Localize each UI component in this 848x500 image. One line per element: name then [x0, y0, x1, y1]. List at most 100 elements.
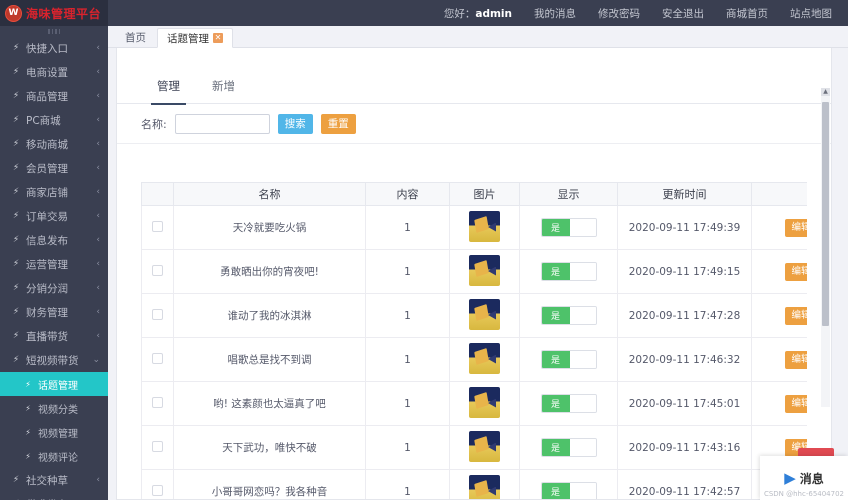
close-icon[interactable]: ✕ — [213, 33, 223, 43]
sidebar-item-2[interactable]: ⚡商品管理‹ — [0, 84, 108, 108]
cell-name: 天下武功，唯快不破 — [174, 426, 366, 470]
sidebar-item-9[interactable]: ⚡运营管理‹ — [0, 252, 108, 276]
thumbnail-image[interactable] — [469, 431, 500, 462]
table-row[interactable]: 唱歌总是找不到调1是2020-09-11 17:46:32编辑删除 — [142, 338, 808, 382]
link-icon: ⚡ — [10, 307, 22, 317]
cell-content: 1 — [366, 250, 450, 294]
sidebar-item-12[interactable]: ⚡直播带货‹ — [0, 324, 108, 348]
chevron-icon: ‹ — [96, 259, 100, 269]
sidebar-item-13[interactable]: ⚡短视频带货⌄ — [0, 348, 108, 372]
col-header-content: 内容 — [366, 183, 450, 206]
table-row[interactable]: 天冷就要吃火锅1是2020-09-11 17:49:39编辑删除 — [142, 206, 808, 250]
sidebar-item-4[interactable]: ⚡移动商城‹ — [0, 132, 108, 156]
thumbnail-image[interactable] — [469, 475, 500, 500]
row-checkbox[interactable] — [152, 441, 163, 452]
cell-content: 1 — [366, 426, 450, 470]
vertical-scrollbar[interactable]: ▲ — [821, 96, 830, 407]
cell-image — [450, 470, 520, 500]
sidebar-item-11[interactable]: ⚡财务管理‹ — [0, 300, 108, 324]
tab-manage[interactable]: 管理 — [141, 68, 196, 104]
edit-button[interactable]: 编辑 — [785, 351, 807, 369]
sidebar-item-17[interactable]: ⚡视频评论 — [0, 444, 108, 468]
topnav-item-my-messages[interactable]: 我的消息 — [534, 6, 576, 21]
sidebar-item-label: 直播带货 — [26, 329, 96, 344]
topnav-item-change-password[interactable]: 修改密码 — [598, 6, 640, 21]
scroll-up-arrow-icon[interactable]: ▲ — [821, 88, 830, 96]
link-icon: ⚡ — [10, 355, 22, 365]
display-toggle[interactable]: 是 — [541, 350, 597, 369]
link-icon: ⚡ — [10, 91, 22, 101]
main-content-area: 首页 话题管理 ✕ 管理 新增 名称: 搜索 重置 — [108, 26, 848, 500]
row-checkbox[interactable] — [152, 221, 163, 232]
display-toggle[interactable]: 是 — [541, 218, 597, 237]
sidebar-item-label: 社交种草 — [26, 473, 96, 488]
table-row[interactable]: 天下武功，唯快不破1是2020-09-11 17:43:16编辑删除 — [142, 426, 808, 470]
thumbnail-image[interactable] — [469, 299, 500, 330]
chevron-icon: ‹ — [96, 187, 100, 197]
sidebar-item-label: 商品管理 — [26, 89, 96, 104]
sidebar-item-6[interactable]: ⚡商家店铺‹ — [0, 180, 108, 204]
thumbnail-image[interactable] — [469, 387, 500, 418]
breadcrumb-tab-home[interactable]: 首页 — [116, 27, 155, 47]
topnav-item-mall-home[interactable]: 商城首页 — [726, 6, 768, 21]
breadcrumb: 首页 话题管理 ✕ — [108, 26, 848, 48]
chevron-icon: ‹ — [96, 211, 100, 221]
table-row[interactable]: 勇敢晒出你的宵夜吧!1是2020-09-11 17:49:15编辑删除 — [142, 250, 808, 294]
table-row[interactable]: 哟! 这素颜也太逼真了吧1是2020-09-11 17:45:01编辑删除 — [142, 382, 808, 426]
sidebar-item-0[interactable]: ⚡快捷入口‹ — [0, 36, 108, 60]
table-row[interactable]: 谁动了我的冰淇淋1是2020-09-11 17:47:28编辑删除 — [142, 294, 808, 338]
name-filter-label: 名称: — [141, 116, 167, 132]
breadcrumb-tab-topic-management[interactable]: 话题管理 ✕ — [157, 28, 233, 48]
thumbnail-image[interactable] — [469, 255, 500, 286]
chevron-icon: ‹ — [96, 307, 100, 317]
edit-button[interactable]: 编辑 — [785, 263, 807, 281]
sidebar-item-8[interactable]: ⚡信息发布‹ — [0, 228, 108, 252]
row-checkbox[interactable] — [152, 309, 163, 320]
sidebar-item-10[interactable]: ⚡分销分润‹ — [0, 276, 108, 300]
scrollbar-thumb[interactable] — [822, 102, 829, 326]
cell-select — [142, 338, 174, 382]
topnav-item-site-map[interactable]: 站点地图 — [790, 6, 832, 21]
sidebar-item-1[interactable]: ⚡电商设置‹ — [0, 60, 108, 84]
sidebar-item-label: 视频评论 — [38, 449, 100, 464]
thumbnail-image[interactable] — [469, 343, 500, 374]
display-toggle[interactable]: 是 — [541, 262, 597, 281]
tab-add-new[interactable]: 新增 — [196, 68, 251, 104]
sidebar-item-18[interactable]: ⚡社交种草‹ — [0, 468, 108, 492]
cell-content: 1 — [366, 382, 450, 426]
sidebar-item-15[interactable]: ⚡视频分类 — [0, 396, 108, 420]
row-checkbox[interactable] — [152, 353, 163, 364]
link-icon: ⚡ — [10, 163, 22, 173]
toggle-off-track — [570, 263, 596, 280]
thumbnail-image[interactable] — [469, 211, 500, 242]
sidebar-item-16[interactable]: ⚡视频管理 — [0, 420, 108, 444]
display-toggle[interactable]: 是 — [541, 306, 597, 325]
sidebar-item-3[interactable]: ⚡PC商城‹ — [0, 108, 108, 132]
row-checkbox[interactable] — [152, 485, 163, 496]
row-checkbox[interactable] — [152, 397, 163, 408]
table-row[interactable]: 小哥哥网恋吗？我各种音1是2020-09-11 17:42:57编辑删除 — [142, 470, 808, 500]
search-input[interactable] — [175, 114, 270, 134]
sidebar-item-19[interactable]: ⚡供求发布‹ — [0, 492, 108, 500]
display-toggle[interactable]: 是 — [541, 438, 597, 457]
cell-name: 哟! 这素颜也太逼真了吧 — [174, 382, 366, 426]
sidebar-item-label: 短视频带货 — [26, 353, 92, 368]
topnav-item-logout[interactable]: 安全退出 — [662, 6, 704, 21]
table-body: 天冷就要吃火锅1是2020-09-11 17:49:39编辑删除勇敢晒出你的宵夜… — [142, 206, 808, 500]
edit-button[interactable]: 编辑 — [785, 219, 807, 237]
edit-button[interactable]: 编辑 — [785, 307, 807, 325]
edit-button[interactable]: 编辑 — [785, 395, 807, 413]
sidebar-item-5[interactable]: ⚡会员管理‹ — [0, 156, 108, 180]
cell-update-time: 2020-09-11 17:46:32 — [618, 338, 752, 382]
sidebar-item-14[interactable]: ⚡话题管理 — [0, 372, 108, 396]
sidebar-grip-icon — [0, 26, 108, 36]
search-button[interactable]: 搜索 — [278, 114, 313, 134]
display-toggle[interactable]: 是 — [541, 394, 597, 413]
row-checkbox[interactable] — [152, 265, 163, 276]
sidebar-item-7[interactable]: ⚡订单交易‹ — [0, 204, 108, 228]
sidebar-item-label: 订单交易 — [26, 209, 96, 224]
reset-button[interactable]: 重置 — [321, 114, 356, 134]
brand-logo-area[interactable]: W 海味管理平台 — [0, 0, 108, 26]
display-toggle[interactable]: 是 — [541, 482, 597, 499]
col-header-update-time: 更新时间 — [618, 183, 752, 206]
